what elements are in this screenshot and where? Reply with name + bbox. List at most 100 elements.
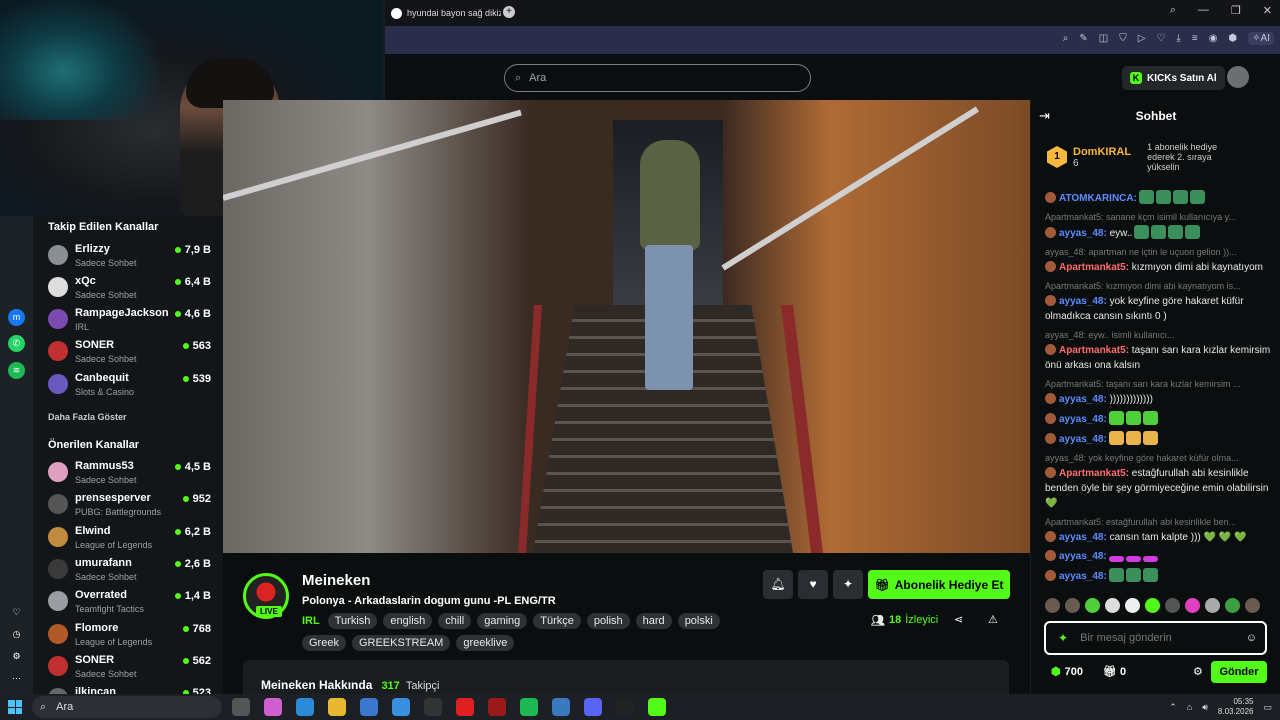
download-icon[interactable]: ⤓	[1176, 33, 1180, 44]
streamer-name[interactable]: Meineken	[302, 572, 370, 589]
emote-icon[interactable]	[1085, 598, 1100, 613]
history-icon[interactable]: ◷	[8, 626, 25, 643]
kick-icon[interactable]	[648, 698, 666, 716]
notification-icon[interactable]: ▭	[1263, 702, 1272, 713]
report-icon[interactable]: ⚠	[988, 613, 998, 626]
suggested-channel-item[interactable]: prensesperver PUBG: Battlegrounds 952	[48, 492, 211, 522]
suggested-channel-item[interactable]: Rammus53 Sadece Sohbet 4,5 B	[48, 460, 211, 490]
emote-icon[interactable]	[1105, 598, 1120, 613]
followed-channel-item[interactable]: Canbequit Slots & Casino 539	[48, 372, 211, 402]
app-icon[interactable]	[424, 698, 442, 716]
extra-action-button[interactable]: ✦	[833, 570, 863, 599]
start-button[interactable]	[8, 700, 22, 714]
zoom-icon[interactable]: ⌕	[1063, 33, 1069, 44]
followed-channel-item[interactable]: RampageJackson IRL 4,6 B	[48, 307, 211, 337]
suggested-channel-item[interactable]: Overrated Teamfight Tactics 1,4 B	[48, 589, 211, 619]
suggested-channel-item[interactable]: ilkincan 523	[48, 686, 211, 694]
stream-tag[interactable]: polish	[586, 613, 630, 629]
whatsapp-icon[interactable]: ✆	[8, 335, 25, 352]
chat-username[interactable]: ayyas_48:	[1059, 228, 1107, 239]
taskbar-search[interactable]: ⌕ Ara	[32, 696, 222, 718]
network-icon[interactable]: ⌂	[1187, 702, 1192, 712]
stream-tag[interactable]: hard	[635, 613, 672, 629]
suggested-channel-item[interactable]: Elwind League of Legends 6,2 B	[48, 525, 211, 555]
followed-channel-item[interactable]: Erlizzy Sadece Sohbet 7,9 B	[48, 243, 211, 273]
suggested-channel-item[interactable]: SONER Sadece Sohbet 562	[48, 654, 211, 684]
chat-username[interactable]: ayyas_48:	[1059, 551, 1107, 562]
heart-icon[interactable]: ♡	[8, 604, 25, 621]
stream-tag[interactable]: gaming	[477, 613, 528, 629]
emote-icon[interactable]	[1125, 598, 1140, 613]
clock[interactable]: 05:35 8.03.2026	[1218, 697, 1254, 717]
menu-icon[interactable]: ≡	[1192, 33, 1198, 44]
notification-bell-button[interactable]: 🔔︎	[763, 570, 793, 599]
video-player[interactable]	[223, 100, 1030, 553]
new-tab-button[interactable]: +	[503, 6, 515, 18]
play-icon[interactable]: ▷	[1138, 33, 1146, 44]
gift-subscription-button[interactable]: 🎁︎ Abonelik Hediye Et	[868, 570, 1010, 599]
stream-tag[interactable]: GREEKSTREAM	[351, 635, 451, 651]
app-icon[interactable]	[488, 698, 506, 716]
suggested-channel-item[interactable]: umurafann Sadece Sohbet 2,6 B	[48, 557, 211, 587]
emote-icon[interactable]	[1205, 598, 1220, 613]
emote-icon[interactable]	[1145, 598, 1160, 613]
share-icon[interactable]: ⋖	[954, 613, 963, 626]
heart-icon[interactable]: ♡	[1156, 33, 1165, 44]
stream-tag[interactable]: Greek	[302, 635, 346, 651]
chat-username[interactable]: Apartmankat5:	[1059, 468, 1129, 479]
followed-channel-item[interactable]: SONER Sadece Sohbet 563	[48, 339, 211, 369]
follow-button[interactable]: ♥	[798, 570, 828, 599]
task-view-icon[interactable]	[232, 698, 250, 716]
send-button[interactable]: Gönder	[1211, 661, 1267, 683]
emote-icon[interactable]	[1185, 598, 1200, 613]
search-tabs-icon[interactable]: ⌕	[1170, 4, 1176, 17]
emote-icon[interactable]	[1245, 598, 1260, 613]
chat-username[interactable]: ayyas_48:	[1059, 434, 1107, 445]
settings-icon[interactable]: ⚙	[8, 648, 25, 665]
file-explorer-icon[interactable]	[328, 698, 346, 716]
chat-username[interactable]: Apartmankat5:	[1059, 262, 1129, 273]
chat-username[interactable]: ATOMKARINCA:	[1059, 193, 1137, 204]
volume-icon[interactable]: 🔊︎	[1202, 702, 1208, 713]
followed-channel-item[interactable]: xQc Sadece Sohbet 6,4 B	[48, 275, 211, 305]
emote-icon[interactable]	[1165, 598, 1180, 613]
spotify-icon[interactable]: ≋	[8, 362, 25, 379]
shield-icon[interactable]: ⛉	[1119, 33, 1127, 44]
chat-username[interactable]: ayyas_48:	[1059, 414, 1107, 425]
emote-icon[interactable]	[1045, 598, 1060, 613]
app-icon[interactable]	[552, 698, 570, 716]
buy-kicks-button[interactable]: K KICKs Satın Al	[1122, 66, 1225, 90]
emote-icon[interactable]	[1065, 598, 1080, 613]
chat-username[interactable]: ayyas_48:	[1059, 296, 1107, 307]
show-more-link[interactable]: Daha Fazla Göster	[48, 412, 127, 422]
minimize-button[interactable]: —	[1198, 4, 1209, 17]
chat-username[interactable]: Apartmankat5:	[1059, 345, 1129, 356]
stream-tag[interactable]: Turkish	[327, 613, 378, 629]
chevron-up-icon[interactable]: ⌃	[1169, 702, 1177, 713]
camera-icon[interactable]: ◫	[1099, 33, 1108, 44]
ai-button[interactable]: ✧AI	[1248, 32, 1274, 45]
search-bar[interactable]: ⌕ Ara	[504, 64, 811, 92]
stream-tag[interactable]: chill	[438, 613, 472, 629]
edge-icon[interactable]	[296, 698, 314, 716]
stream-tag[interactable]: english	[383, 613, 433, 629]
mail-icon[interactable]	[392, 698, 410, 716]
channel-points[interactable]: ⬢ 700	[1051, 665, 1083, 678]
chat-username[interactable]: ayyas_48:	[1059, 532, 1107, 543]
edit-icon[interactable]: ✎	[1079, 33, 1087, 44]
spotify-icon[interactable]	[520, 698, 538, 716]
chat-settings-icon[interactable]: ⚙	[1193, 665, 1203, 678]
stream-tag[interactable]: greeklive	[456, 635, 515, 651]
stream-category[interactable]: IRL	[302, 615, 320, 627]
stream-tag[interactable]: polski	[677, 613, 720, 629]
chat-message-input[interactable]	[1080, 632, 1231, 644]
profile-icon[interactable]: ◉	[1209, 33, 1218, 44]
copilot-icon[interactable]	[264, 698, 282, 716]
emoji-picker-icon[interactable]: ☺	[1246, 632, 1257, 644]
gift-count[interactable]: 🎁︎ 0	[1103, 665, 1126, 678]
gift-leaderboard[interactable]: 1 DomKIRAL 6 1 abonelik hediye ederek 2.…	[1047, 138, 1267, 176]
opera-icon[interactable]	[456, 698, 474, 716]
maximize-button[interactable]: ❐	[1231, 4, 1241, 17]
emote-icon[interactable]	[1225, 598, 1240, 613]
suggested-channel-item[interactable]: Flomore League of Legends 768	[48, 622, 211, 652]
